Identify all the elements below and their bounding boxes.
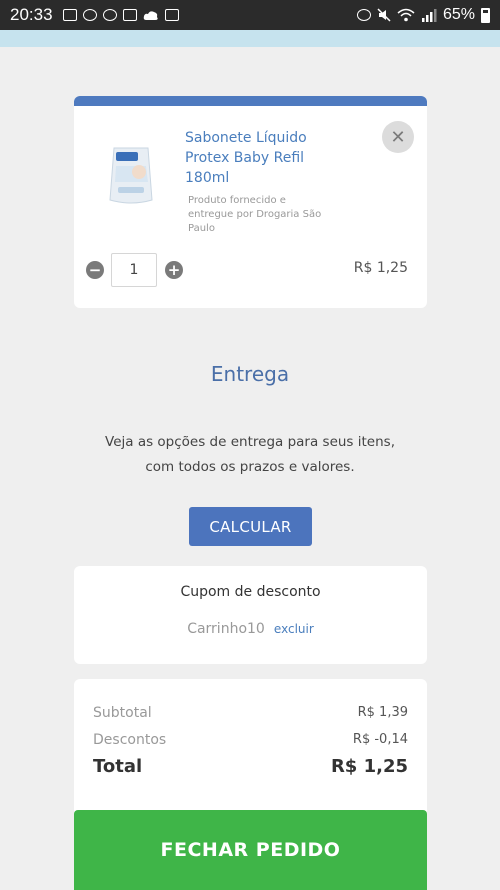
remove-item-button[interactable]: ✕ xyxy=(382,121,414,153)
alarm-icon xyxy=(356,9,371,21)
product-seller-note: Produto fornecido e entregue por Drogari… xyxy=(188,195,322,234)
quantity-decrease-button[interactable]: − xyxy=(86,261,104,279)
subtotal-value: R$ 1,39 xyxy=(357,705,408,720)
leaf-icon xyxy=(82,9,97,21)
subtotal-label: Subtotal xyxy=(93,705,152,721)
remove-coupon-link[interactable]: excluir xyxy=(274,622,314,636)
gallery-icon xyxy=(122,9,137,21)
close-icon: ✕ xyxy=(390,126,406,148)
delivery-line-1: Veja as opções de entrega para seus iten… xyxy=(105,434,395,450)
card-accent-bar xyxy=(74,96,427,106)
battery-icon xyxy=(481,7,490,23)
quantity-input[interactable]: 1 xyxy=(111,253,157,287)
plus-icon: + xyxy=(167,260,181,279)
wifi-icon xyxy=(397,8,415,22)
coupon-applied: Carrinho10 excluir xyxy=(74,618,427,637)
signal-icon xyxy=(421,9,437,22)
battery-percent: 65% xyxy=(442,6,475,23)
discounts-label: Descontos xyxy=(93,732,167,748)
coupon-card: Cupom de desconto Carrinho10 excluir xyxy=(74,566,427,664)
tool-icon xyxy=(102,9,117,21)
product-name-link[interactable]: Sabonete Líquido Protex Baby Refil 180ml xyxy=(185,128,325,188)
order-summary-card: Subtotal R$ 1,39 Descontos R$ -0,14 Tota… xyxy=(74,679,427,819)
cloud-icon xyxy=(143,11,158,20)
discounts-value: R$ -0,14 xyxy=(352,732,408,747)
total-row: Total R$ 1,25 xyxy=(93,756,408,777)
product-image[interactable] xyxy=(106,142,156,206)
checkout-button[interactable]: FECHAR PEDIDO xyxy=(74,810,427,890)
notification-icons xyxy=(62,9,179,21)
status-right: 65% xyxy=(356,6,490,24)
coupon-title: Cupom de desconto xyxy=(180,584,321,600)
discounts-row: Descontos R$ -0,14 xyxy=(93,732,408,748)
download-icon xyxy=(164,9,179,21)
total-value: R$ 1,25 xyxy=(330,756,408,777)
calculate-shipping-button[interactable]: CALCULAR xyxy=(189,507,312,546)
cart-item-card: Sabonete Líquido Protex Baby Refil 180ml… xyxy=(74,96,427,308)
item-price: R$ 1,25 xyxy=(353,260,408,276)
delivery-title: Entrega xyxy=(210,362,290,386)
minus-icon: − xyxy=(88,260,102,279)
subtotal-row: Subtotal R$ 1,39 xyxy=(93,705,408,721)
mute-icon xyxy=(377,8,391,22)
status-bar: 20:33 65% xyxy=(0,0,500,30)
header-strip xyxy=(0,30,500,47)
total-label: Total xyxy=(93,756,143,777)
quantity-increase-button[interactable]: + xyxy=(165,261,183,279)
coupon-code: Carrinho10 xyxy=(187,621,265,637)
status-time: 20:33 xyxy=(10,5,53,24)
delivery-line-2: com todos os prazos e valores. xyxy=(145,459,355,475)
delivery-description: Veja as opções de entrega para seus iten… xyxy=(0,430,500,480)
image-icon xyxy=(62,9,77,21)
